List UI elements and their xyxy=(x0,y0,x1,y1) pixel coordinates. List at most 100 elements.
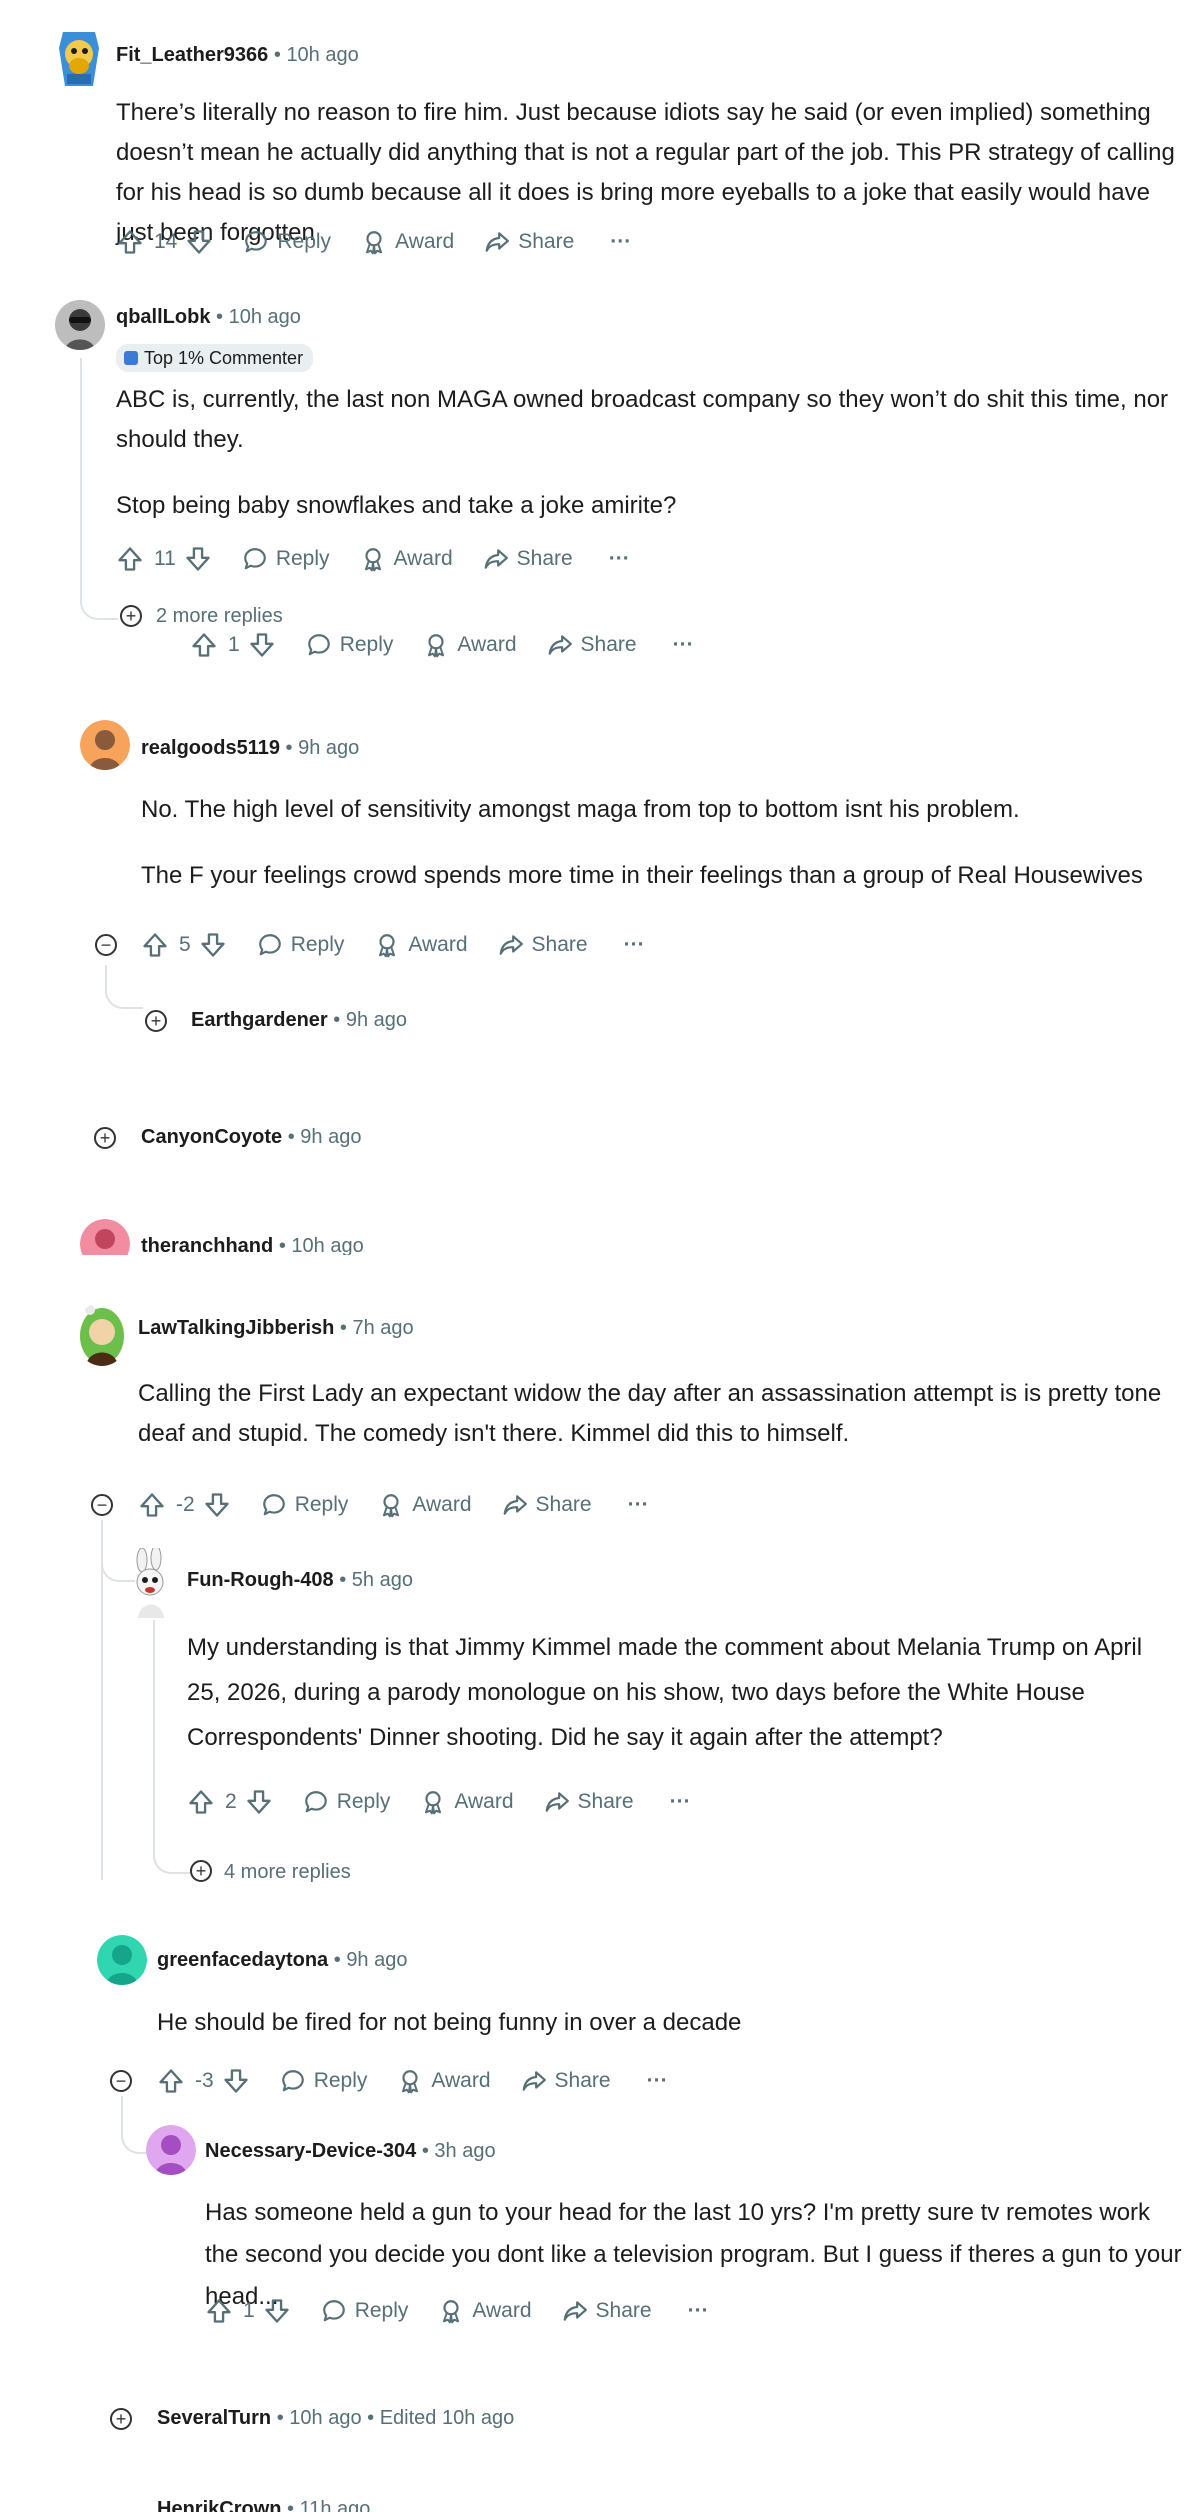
timestamp[interactable]: 10h ago xyxy=(289,2407,361,2429)
arrow-down-icon[interactable] xyxy=(199,931,227,959)
timestamp[interactable]: 9h ago xyxy=(346,1949,407,1971)
plus-circle-icon[interactable]: + xyxy=(94,1127,116,1149)
share-button[interactable]: Share xyxy=(484,229,574,255)
username[interactable]: Fit_Leather9366 xyxy=(116,44,268,66)
arrow-down-icon[interactable] xyxy=(245,1788,273,1816)
share-button[interactable]: Share xyxy=(502,1492,592,1518)
reply-button[interactable]: Reply xyxy=(280,2068,367,2094)
avatar[interactable] xyxy=(80,720,130,770)
arrow-down-icon[interactable] xyxy=(222,2067,250,2095)
plus-circle-icon[interactable]: + xyxy=(145,1010,167,1032)
more-options-button[interactable]: ··· xyxy=(688,2299,709,2323)
timestamp[interactable]: 7h ago xyxy=(352,1317,413,1339)
award-button[interactable]: Award xyxy=(361,229,454,255)
thread-line[interactable] xyxy=(101,1520,103,1880)
username[interactable]: Earthgardener xyxy=(191,1009,328,1031)
plus-circle-icon[interactable]: + xyxy=(110,2408,132,2430)
comment-actions: 2 Reply Award Share ··· xyxy=(187,1784,691,1820)
username[interactable]: LawTalkingJibberish xyxy=(138,1317,334,1339)
share-button[interactable]: Share xyxy=(547,632,637,658)
share-button[interactable]: Share xyxy=(521,2068,611,2094)
arrow-up-icon[interactable] xyxy=(116,545,144,573)
avatar[interactable] xyxy=(146,2125,196,2175)
more-options-button[interactable]: ··· xyxy=(628,1493,649,1517)
username[interactable]: Necessary-Device-304 xyxy=(205,2140,416,2162)
more-options-button[interactable]: ··· xyxy=(673,633,694,657)
share-button[interactable]: Share xyxy=(562,2298,652,2324)
arrow-up-icon[interactable] xyxy=(116,228,144,256)
timestamp[interactable]: 9h ago xyxy=(346,1009,407,1031)
username[interactable]: realgoods5119 xyxy=(141,737,280,759)
plus-circle-icon[interactable]: + xyxy=(190,1860,212,1882)
username[interactable]: Fun-Rough-408 xyxy=(187,1569,334,1591)
more-replies-link[interactable]: 2 more replies xyxy=(156,605,283,627)
avatar[interactable] xyxy=(57,26,101,90)
more-replies-row: + 2 more replies xyxy=(118,605,418,627)
timestamp[interactable]: 3h ago xyxy=(434,2140,495,2162)
comment-meta: greenfacedaytona • 9h ago xyxy=(157,1949,407,1972)
arrow-down-icon[interactable] xyxy=(185,228,213,256)
share-button[interactable]: Share xyxy=(498,932,588,958)
more-options-button[interactable]: ··· xyxy=(624,933,645,957)
username[interactable]: SeveralTurn xyxy=(157,2407,271,2429)
minus-circle-icon[interactable]: − xyxy=(110,2070,132,2092)
arrow-down-icon[interactable] xyxy=(248,631,276,659)
timestamp[interactable]: 11h ago xyxy=(300,2498,371,2512)
reply-button[interactable]: Reply xyxy=(243,229,331,255)
arrow-up-icon[interactable] xyxy=(141,931,169,959)
arrow-up-icon[interactable] xyxy=(157,2067,185,2095)
award-label: Award xyxy=(454,1790,514,1813)
timestamp[interactable]: 10h ago xyxy=(229,306,301,328)
timestamp[interactable]: 10h ago xyxy=(291,1235,363,1255)
arrow-down-icon[interactable] xyxy=(263,2297,291,2325)
award-button[interactable]: Award xyxy=(438,2298,532,2324)
avatar[interactable] xyxy=(78,1302,126,1366)
minus-circle-icon[interactable]: − xyxy=(91,1494,113,1516)
username[interactable]: greenfacedaytona xyxy=(157,1949,328,1971)
avatar[interactable] xyxy=(80,1219,130,1255)
award-ribbon-icon xyxy=(374,932,400,958)
reply-button[interactable]: Reply xyxy=(242,546,330,572)
comment-actions: -3 Reply Award Share ··· xyxy=(157,2063,668,2099)
avatar[interactable] xyxy=(128,1548,176,1620)
award-label: Award xyxy=(408,933,468,956)
more-replies-link[interactable]: 4 more replies xyxy=(224,1861,351,1882)
more-options-button[interactable]: ··· xyxy=(647,2069,668,2093)
username[interactable]: qballLobk xyxy=(116,306,210,328)
arrow-up-icon[interactable] xyxy=(190,631,218,659)
username[interactable]: HenrikCrown xyxy=(157,2498,281,2512)
award-button[interactable]: Award xyxy=(374,932,468,958)
timestamp[interactable]: 10h ago xyxy=(286,44,358,66)
share-button[interactable]: Share xyxy=(544,1789,634,1815)
more-options-button[interactable]: ··· xyxy=(610,230,631,254)
thread-line[interactable] xyxy=(80,358,82,598)
share-button[interactable]: Share xyxy=(483,546,573,572)
avatar[interactable] xyxy=(55,300,105,350)
more-options-button[interactable]: ··· xyxy=(609,547,630,571)
username[interactable]: theranchhand xyxy=(141,1235,273,1255)
arrow-up-icon[interactable] xyxy=(205,2297,233,2325)
reply-button[interactable]: Reply xyxy=(257,932,344,958)
award-button[interactable]: Award xyxy=(423,632,517,658)
reply-button[interactable]: Reply xyxy=(261,1492,348,1518)
reply-button[interactable]: Reply xyxy=(321,2298,408,2324)
timestamp[interactable]: 9h ago xyxy=(298,737,359,759)
reply-button[interactable]: Reply xyxy=(303,1789,390,1815)
arrow-down-icon[interactable] xyxy=(184,545,212,573)
award-button[interactable]: Award xyxy=(420,1789,514,1815)
timestamp[interactable]: 9h ago xyxy=(300,1126,361,1148)
arrow-up-icon[interactable] xyxy=(187,1788,215,1816)
more-options-button[interactable]: ··· xyxy=(670,1790,691,1814)
arrow-down-icon[interactable] xyxy=(203,1491,231,1519)
arrow-up-icon[interactable] xyxy=(138,1491,166,1519)
reply-button[interactable]: Reply xyxy=(306,632,393,658)
minus-circle-icon[interactable]: − xyxy=(95,934,117,956)
award-button[interactable]: Award xyxy=(397,2068,491,2094)
plus-circle-icon[interactable]: + xyxy=(120,605,142,627)
award-button[interactable]: Award xyxy=(378,1492,472,1518)
avatar[interactable] xyxy=(97,1935,147,1985)
timestamp[interactable]: 5h ago xyxy=(352,1569,413,1591)
username[interactable]: CanyonCoyote xyxy=(141,1126,282,1148)
speech-bubble-icon xyxy=(243,229,269,255)
award-button[interactable]: Award xyxy=(360,546,453,572)
